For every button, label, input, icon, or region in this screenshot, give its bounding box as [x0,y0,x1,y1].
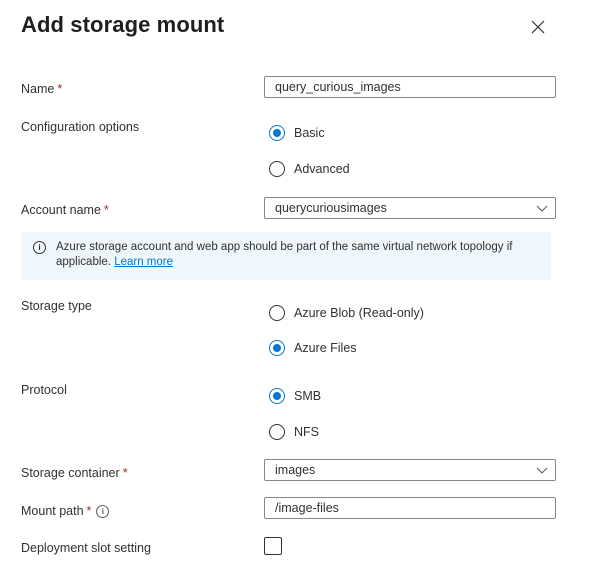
chevron-down-icon [536,467,548,474]
radio-button-selected [269,388,285,404]
name-input-value: query_curious_images [275,80,401,94]
name-label-text: Name [21,82,55,96]
chevron-down-icon [536,205,548,212]
radio-button [269,424,285,440]
add-storage-mount-panel: Add storage mount Name * query_curious_im… [0,0,594,571]
storage-container-label-text: Storage container [21,466,120,480]
mount-path-label: Mount path * i [21,504,110,518]
account-name-label-text: Account name [21,203,101,217]
close-icon [531,20,545,34]
storage-type-label: Storage type [21,299,92,313]
info-icon[interactable]: i [96,505,110,518]
name-input[interactable]: query_curious_images [264,76,556,98]
radio-button-selected [269,125,285,141]
name-label: Name * [21,82,62,96]
deployment-slot-setting-label: Deployment slot setting [21,541,151,555]
required-mark: * [103,203,109,217]
info-message-bar: i Azure storage account and web app shou… [21,232,551,280]
close-button[interactable] [528,17,548,37]
storage-container-value: images [275,463,316,477]
radio-label: Azure Blob (Read-only) [294,306,424,320]
radio-label: Azure Files [294,341,357,355]
info-icon: i [33,241,46,254]
required-mark: * [86,504,92,518]
info-message-text: Azure storage account and web app should… [56,240,541,270]
required-mark: * [57,82,63,96]
mount-path-input[interactable]: /image-files [264,497,556,519]
configuration-options-label: Configuration options [21,120,140,134]
radio-button [269,161,285,177]
storage-container-dropdown[interactable]: images [264,459,556,481]
radio-label: Advanced [294,162,350,176]
learn-more-link[interactable]: Learn more [114,256,173,268]
account-name-dropdown[interactable]: querycuriousimages [264,197,556,219]
radio-button [269,305,285,321]
mount-path-label-text: Mount path [21,504,84,518]
mount-path-value: /image-files [275,501,339,515]
radio-label: Basic [294,126,325,140]
protocol-label: Protocol [21,383,67,397]
storage-container-label: Storage container * [21,466,128,480]
deployment-slot-setting-checkbox[interactable] [264,537,282,555]
required-mark: * [122,466,128,480]
radio-button-selected [269,340,285,356]
panel-title: Add storage mount [21,12,225,37]
account-name-value: querycuriousimages [275,201,387,215]
radio-label: NFS [294,425,319,439]
account-name-label: Account name * [21,203,109,217]
radio-label: SMB [294,389,322,403]
